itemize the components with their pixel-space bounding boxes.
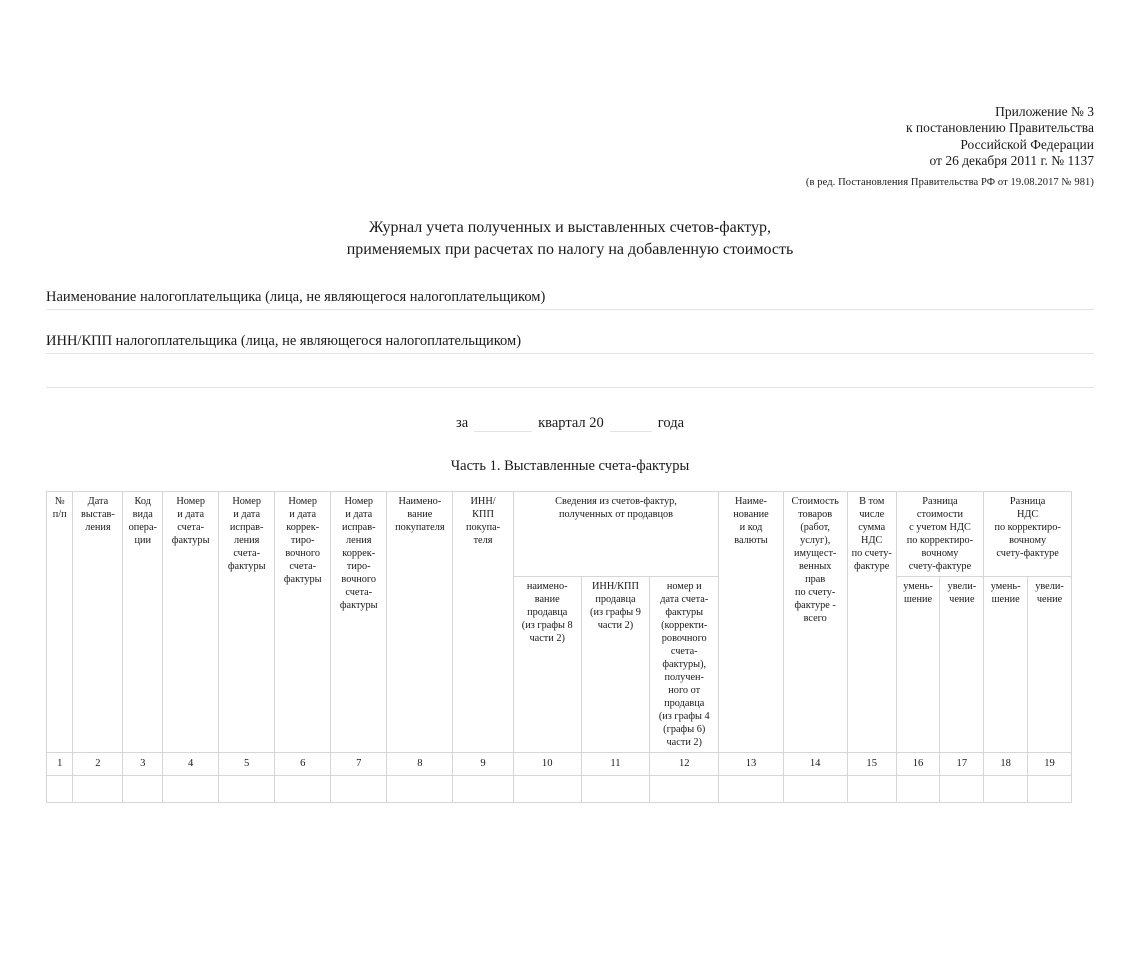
col-num-8: 8 [386, 751, 454, 776]
col-header-13: Наиме-нование и код валюты [718, 491, 784, 753]
group-header-diff-cost: Разница стоимости с учетом НДС по корректир… [895, 491, 985, 577]
period-line: за квартал 20 года [46, 414, 1094, 433]
period-prefix: за [455, 415, 469, 432]
col-header-17: увели-чение [939, 575, 985, 753]
data-cell-19[interactable] [1027, 774, 1072, 803]
col-num-1: 1 [45, 751, 74, 776]
col-num-13: 13 [718, 751, 784, 776]
col-header-7: Номер и дата исправ-ления коррек-тиро-вочно… [330, 491, 388, 753]
data-cell-11[interactable] [580, 774, 651, 803]
col-num-15: 15 [846, 751, 897, 776]
reference-block: Приложение № 3 к постановлению Правитель… [46, 104, 1094, 190]
col-header-5: Номер и дата исправ-ления счета-фактуры [218, 491, 276, 753]
col-header-15: В том числе сумма НДС по счету-фактуре [846, 491, 897, 753]
col-num-3: 3 [122, 751, 164, 776]
col-header-9: ИНН/КПП покупа-теля [452, 491, 514, 753]
col-header-8: Наимено-вание покупателя [386, 491, 454, 753]
col-num-19: 19 [1027, 751, 1072, 776]
data-cell-6[interactable] [274, 774, 332, 803]
data-cell-2[interactable] [72, 774, 124, 803]
reference-line-3: Российской Федерации [960, 136, 1094, 152]
col-header-19: увели-чение [1027, 575, 1072, 753]
group-header-diff-vat: Разница НДС по корректиро-вочному счету-фак… [983, 491, 1072, 577]
data-cell-5[interactable] [218, 774, 276, 803]
col-num-11: 11 [580, 751, 651, 776]
col-header-6: Номер и дата коррек-тиро-вочного счета-факт… [274, 491, 332, 753]
document-title-line-2: применяемых при расчетах по налогу на до… [346, 241, 794, 259]
col-header-16: умень-шение [895, 575, 941, 753]
col-header-18: умень-шение [983, 575, 1029, 753]
reference-line-2: к постановлению Правительства [905, 120, 1094, 136]
data-cell-10[interactable] [512, 774, 582, 803]
continuation-rule-row [46, 376, 1094, 389]
period-suffix: года [657, 415, 685, 432]
data-cell-7[interactable] [330, 774, 388, 803]
taxpayer-inn-kpp-rule [46, 353, 1094, 355]
document-title: Журнал учета полученных и выставленных с… [46, 217, 1094, 262]
col-num-12: 12 [649, 751, 720, 776]
col-num-18: 18 [983, 751, 1029, 776]
continuation-rule [46, 387, 1094, 389]
col-header-10: наимено-вание продавца (из графы 8 части 2) [512, 575, 582, 753]
col-num-17: 17 [939, 751, 985, 776]
data-cell-17[interactable] [939, 774, 985, 803]
group-header-sellers-info: Сведения из счетов-фактур, полученных от … [512, 491, 720, 577]
col-num-7: 7 [330, 751, 388, 776]
data-cell-12[interactable] [649, 774, 720, 803]
data-cell-8[interactable] [386, 774, 454, 803]
col-header-2: Дата выстав-ления [72, 491, 124, 753]
part-title: Часть 1. Выставленные счета-фактуры [450, 458, 690, 475]
col-num-6: 6 [274, 751, 332, 776]
data-cell-14[interactable] [782, 774, 848, 803]
period-middle: квартал 20 [538, 415, 604, 432]
journal-table: № п/п Дата выстав-ления Код вида опера-ции Н… [45, 491, 1072, 803]
data-cell-4[interactable] [162, 774, 220, 803]
data-cell-9[interactable] [452, 774, 514, 803]
data-cell-15[interactable] [846, 774, 897, 803]
col-num-4: 4 [162, 751, 220, 776]
col-num-5: 5 [218, 751, 276, 776]
data-cell-13[interactable] [718, 774, 784, 803]
data-cell-3[interactable] [122, 774, 164, 803]
col-header-4: Номер и дата счета-фактуры [162, 491, 220, 753]
taxpayer-name-label: Наименование налогоплательщика (лица, не… [46, 289, 552, 307]
col-num-16: 16 [895, 751, 941, 776]
reference-line-4: от 26 декабря 2011 г. № 1137 [929, 153, 1094, 169]
quarter-input[interactable] [474, 414, 533, 433]
taxpayer-name-field[interactable]: Наименование налогоплательщика (лица, не… [46, 288, 1094, 311]
col-num-2: 2 [72, 751, 124, 776]
col-num-9: 9 [452, 751, 514, 776]
col-num-10: 10 [512, 751, 582, 776]
col-header-3: Код вида опера-ции [122, 491, 164, 753]
taxpayer-inn-kpp-field[interactable]: ИНН/КПП налогоплательщика (лица, не явля… [46, 332, 1094, 355]
document-title-line-1: Журнал учета полученных и выставленных с… [368, 218, 772, 236]
col-header-14: Стоимость товаров (работ, услуг), имущест-ве… [782, 491, 848, 753]
col-header-11: ИНН/КПП продавца (из графы 9 части 2) [580, 575, 651, 753]
table-row[interactable] [45, 774, 1072, 803]
reference-line-1: Приложение № 3 [995, 104, 1094, 119]
col-num-14: 14 [782, 751, 848, 776]
data-cell-1[interactable] [45, 774, 74, 803]
column-number-row: 1 2 3 4 5 6 7 8 9 10 11 12 13 14 15 16 1… [45, 751, 1072, 776]
year-input[interactable] [609, 414, 652, 433]
col-header-1: № п/п [45, 491, 74, 753]
taxpayer-name-rule [46, 309, 1094, 311]
taxpayer-inn-kpp-label: ИНН/КПП налогоплательщика (лица, не явля… [46, 333, 528, 351]
document-page: Приложение № 3 к постановлению Правитель… [0, 104, 1140, 959]
data-cell-18[interactable] [983, 774, 1029, 803]
amendment-note: (в ред. Постановления Правительства РФ о… [805, 176, 1094, 188]
data-cell-16[interactable] [895, 774, 941, 803]
col-header-12: номер и дата счета-фактуры (корректи-ровоч… [649, 575, 720, 753]
table-header-row-1: № п/п Дата выстав-ления Код вида опера-ции Н… [45, 491, 1072, 753]
